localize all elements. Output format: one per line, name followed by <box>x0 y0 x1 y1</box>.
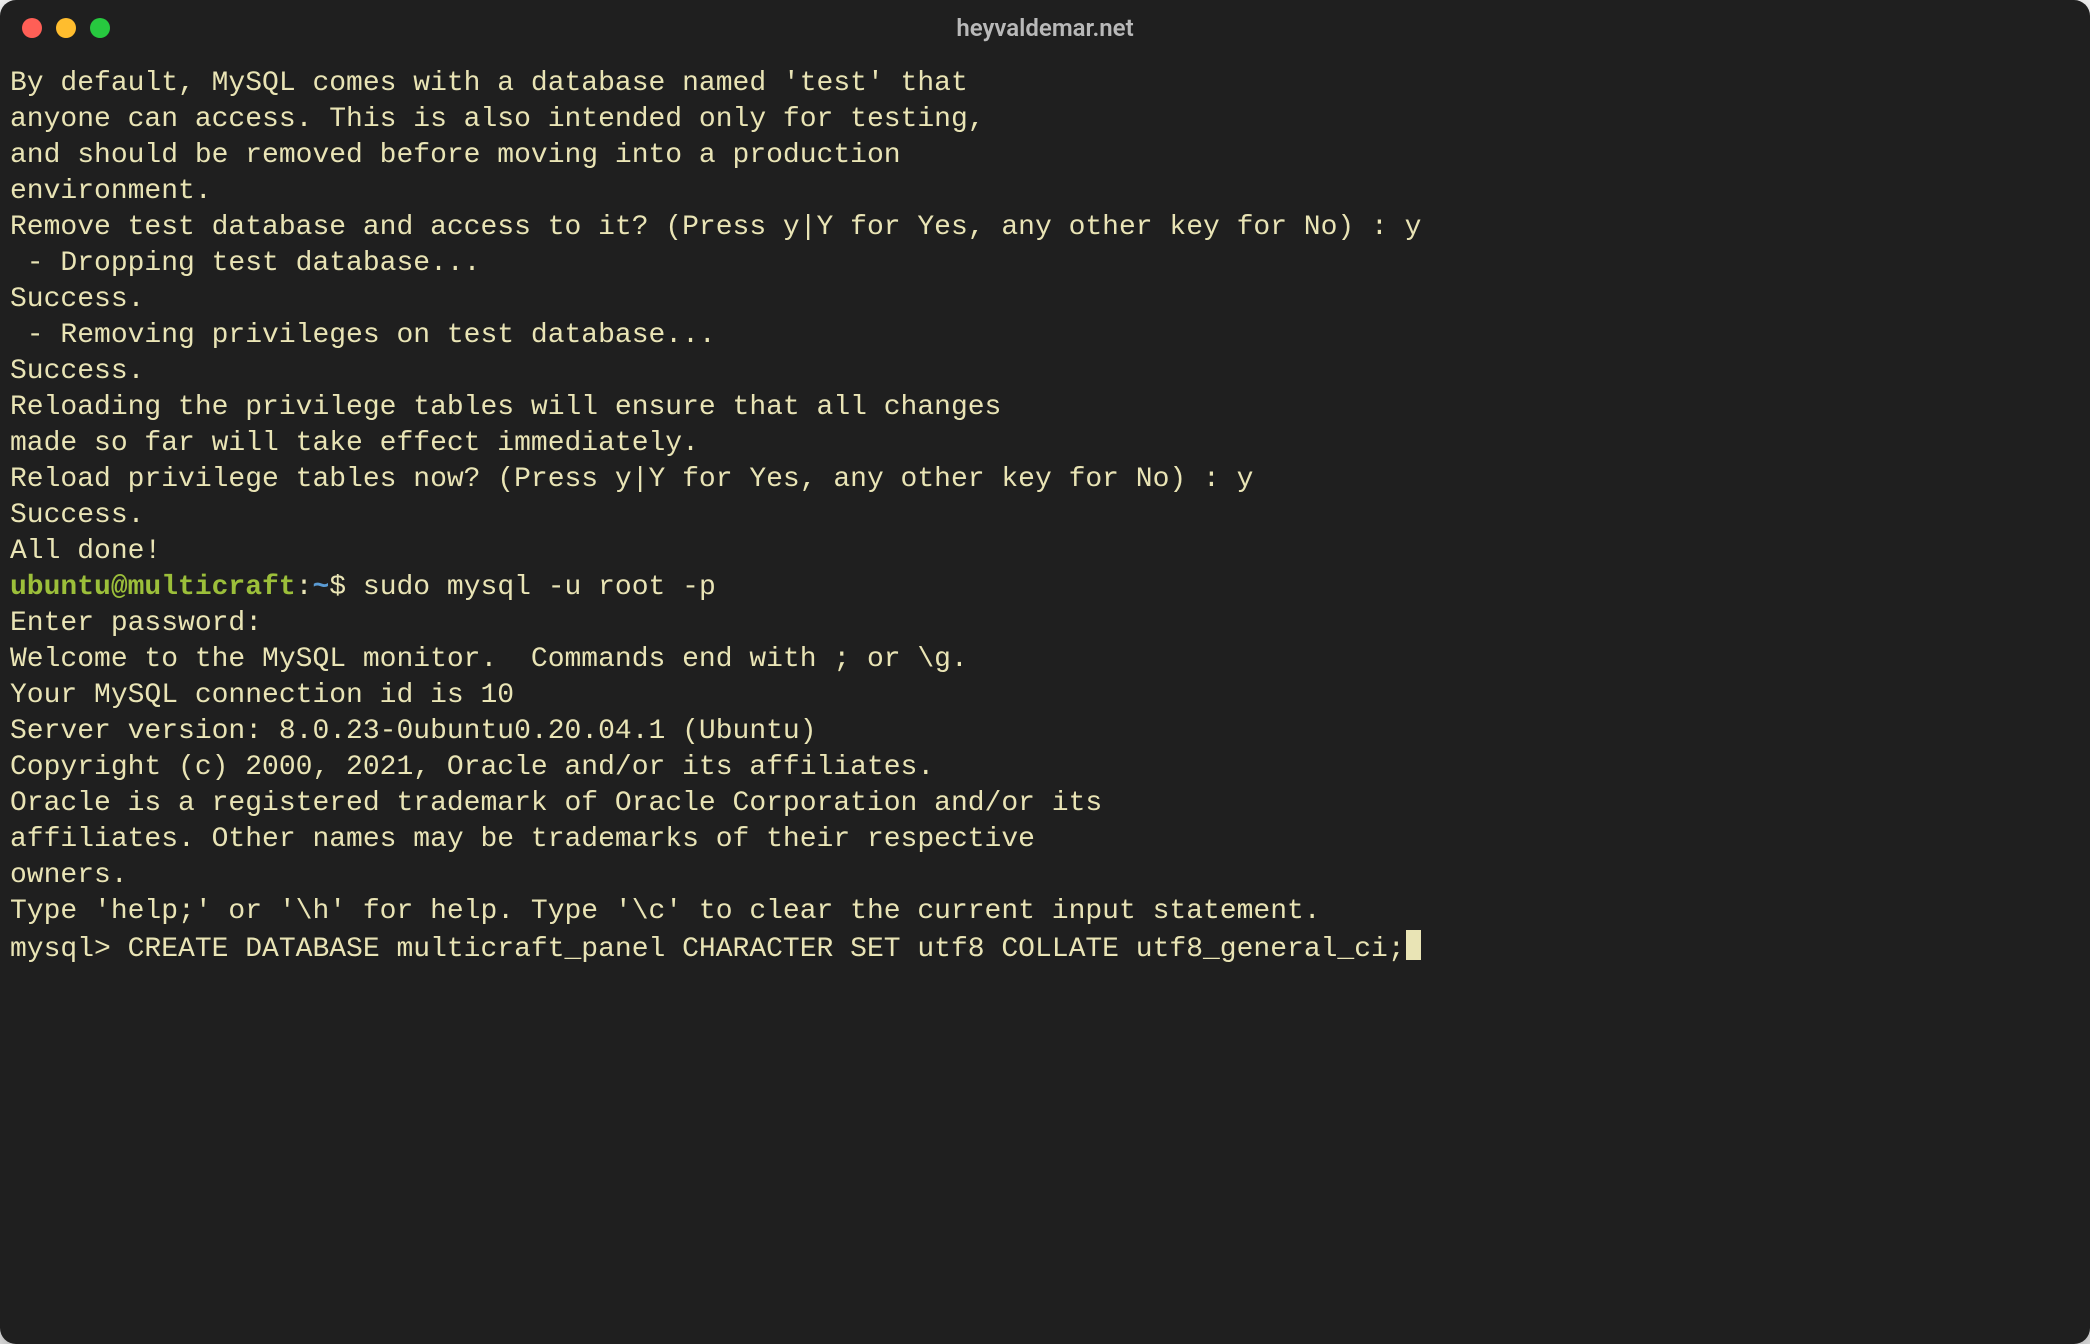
output-line: - Removing privileges on test database..… <box>10 318 2080 354</box>
output-line: owners. <box>10 858 2080 894</box>
window-title: heyvaldemar.net <box>0 14 2090 42</box>
mysql-prompt-line: mysql> CREATE DATABASE multicraft_panel … <box>10 930 2080 968</box>
titlebar: heyvaldemar.net <box>0 0 2090 56</box>
output-line: and should be removed before moving into… <box>10 138 2080 174</box>
mysql-command: CREATE DATABASE multicraft_panel CHARACT… <box>128 934 1405 965</box>
output-line: Success. <box>10 498 2080 534</box>
maximize-icon[interactable] <box>90 18 110 38</box>
close-icon[interactable] <box>22 18 42 38</box>
output-line: Server version: 8.0.23-0ubuntu0.20.04.1 … <box>10 714 2080 750</box>
terminal-window: heyvaldemar.net By default, MySQL comes … <box>0 0 2090 1344</box>
prompt-dollar: $ <box>329 572 363 603</box>
output-line: Welcome to the MySQL monitor. Commands e… <box>10 642 2080 678</box>
output-line: Reload privilege tables now? (Press y|Y … <box>10 462 2080 498</box>
output-line: Enter password: <box>10 606 2080 642</box>
minimize-icon[interactable] <box>56 18 76 38</box>
output-line: Success. <box>10 354 2080 390</box>
output-line: By default, MySQL comes with a database … <box>10 66 2080 102</box>
prompt-path: ~ <box>312 572 329 603</box>
output-line: Copyright (c) 2000, 2021, Oracle and/or … <box>10 750 2080 786</box>
prompt-command: sudo mysql -u root -p <box>363 572 716 603</box>
output-line: Your MySQL connection id is 10 <box>10 678 2080 714</box>
traffic-lights <box>22 18 110 38</box>
output-line: All done! <box>10 534 2080 570</box>
output-line: anyone can access. This is also intended… <box>10 102 2080 138</box>
output-line: Type 'help;' or '\h' for help. Type '\c'… <box>10 894 2080 930</box>
prompt-colon: : <box>296 572 313 603</box>
output-line: made so far will take effect immediately… <box>10 426 2080 462</box>
output-line: Oracle is a registered trademark of Orac… <box>10 786 2080 822</box>
output-line: affiliates. Other names may be trademark… <box>10 822 2080 858</box>
prompt-user: ubuntu@multicraft <box>10 572 296 603</box>
prompt-line: ubuntu@multicraft:~$ sudo mysql -u root … <box>10 570 2080 606</box>
output-line: environment. <box>10 174 2080 210</box>
terminal-body[interactable]: By default, MySQL comes with a database … <box>0 56 2090 968</box>
output-line: - Dropping test database... <box>10 246 2080 282</box>
output-line: Success. <box>10 282 2080 318</box>
cursor-icon <box>1406 930 1421 960</box>
mysql-prompt: mysql> <box>10 934 128 965</box>
output-line: Reloading the privilege tables will ensu… <box>10 390 2080 426</box>
output-line: Remove test database and access to it? (… <box>10 210 2080 246</box>
